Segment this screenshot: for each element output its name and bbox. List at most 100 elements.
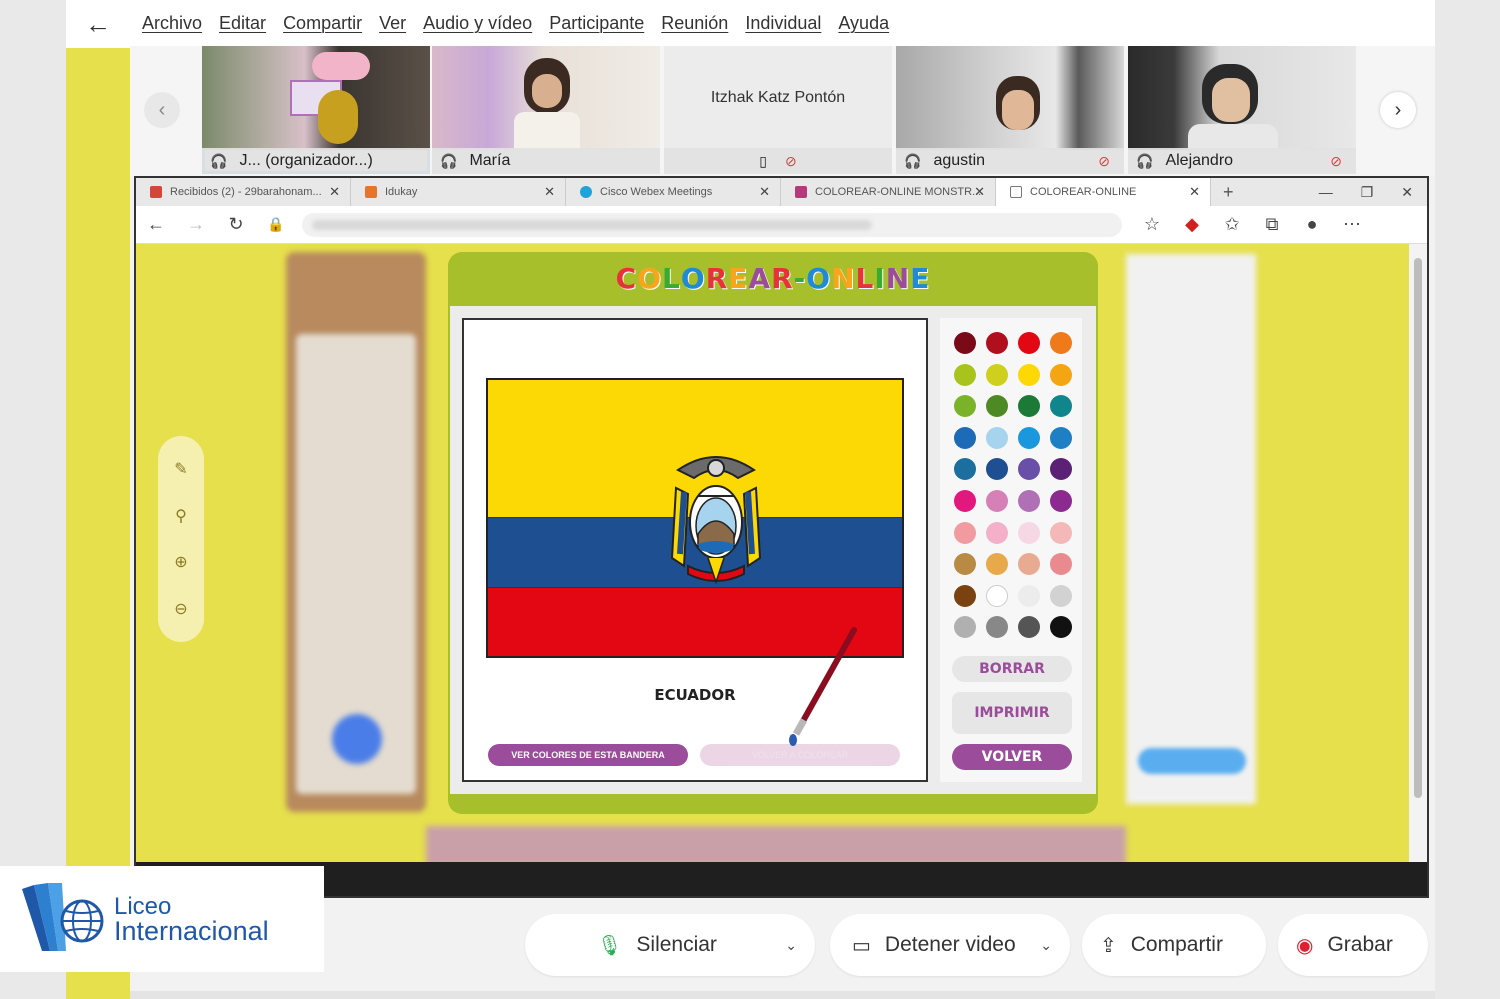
profile-icon[interactable]: ●	[1292, 214, 1332, 235]
strip-prev-button[interactable]: ‹	[144, 92, 180, 128]
participant-tile-alejandro[interactable]: 🎧 Alejandro ⊘	[1128, 46, 1356, 174]
color-swatch[interactable]	[1018, 584, 1040, 607]
back-page-button[interactable]: VOLVER	[952, 744, 1072, 770]
page-scrollbar[interactable]	[1409, 244, 1427, 864]
coloring-canvas[interactable]: ECUADOR VER COLORES DE ESTA BANDERA VOLV…	[462, 318, 928, 782]
restore-icon[interactable]: ❐	[1361, 184, 1374, 201]
color-swatch[interactable]	[1050, 553, 1072, 576]
collections-icon[interactable]: ⧉	[1252, 214, 1292, 235]
color-swatch[interactable]	[986, 395, 1008, 418]
participant-tile-maria[interactable]: 🎧 María	[432, 46, 660, 174]
extension-icon[interactable]: ◆	[1172, 214, 1212, 235]
color-swatch[interactable]	[954, 521, 976, 544]
menu-archivo[interactable]: Archivo	[142, 13, 202, 34]
color-swatch[interactable]	[954, 553, 976, 576]
menu-participante[interactable]: Participante	[549, 13, 644, 34]
color-swatch[interactable]	[986, 332, 1008, 354]
annotate-icon[interactable]: ✎	[174, 459, 187, 479]
color-swatch[interactable]	[1050, 616, 1072, 639]
color-swatch[interactable]	[954, 426, 976, 449]
color-swatch[interactable]	[1018, 395, 1040, 418]
menu-individual[interactable]: Individual	[745, 13, 821, 34]
close-icon[interactable]: ✕	[1189, 184, 1200, 200]
close-icon[interactable]: ✕	[974, 184, 985, 200]
ecuador-flag[interactable]	[486, 378, 904, 658]
color-swatch[interactable]	[954, 395, 976, 418]
chevron-down-icon[interactable]: ⌄	[785, 937, 797, 954]
participant-tile-itzhak[interactable]: Itzhak Katz Pontón ▯ ⊘	[664, 46, 892, 174]
color-swatch[interactable]	[986, 363, 1008, 386]
menu-reunion[interactable]: Reunión	[661, 13, 728, 34]
color-swatch[interactable]	[1018, 616, 1040, 639]
menu-editar[interactable]: Editar	[219, 13, 266, 34]
strip-next-button[interactable]: ›	[1380, 92, 1416, 128]
browser-tab-gmail[interactable]: Recibidos (2) - 29barahonam... ✕	[136, 178, 351, 206]
browser-tab-colorear-online[interactable]: COLOREAR-ONLINE ✕	[996, 178, 1211, 206]
color-swatch[interactable]	[1018, 363, 1040, 386]
star-icon[interactable]: ☆	[1132, 214, 1172, 235]
refresh-icon[interactable]: ↻	[216, 214, 256, 235]
color-swatch[interactable]	[954, 332, 976, 354]
back-icon[interactable]: ←	[136, 214, 176, 235]
color-swatch[interactable]	[986, 458, 1008, 481]
print-button[interactable]: IMPRIMIR	[952, 692, 1072, 734]
recolor-button[interactable]: VOLVER A COLOREAR	[700, 744, 900, 766]
browser-tab-colorear-monstruos[interactable]: COLOREAR-ONLINE MONSTR... ✕	[781, 178, 996, 206]
color-swatch[interactable]	[1018, 553, 1040, 576]
minimize-icon[interactable]: —	[1319, 184, 1333, 201]
menu-ayuda[interactable]: Ayuda	[838, 13, 889, 34]
color-swatch[interactable]	[1050, 458, 1072, 481]
favorites-icon[interactable]: ✩	[1212, 214, 1252, 235]
close-window-icon[interactable]: ✕	[1401, 184, 1413, 201]
chevron-down-icon[interactable]: ⌄	[1040, 937, 1052, 954]
menu-ver[interactable]: Ver	[379, 13, 406, 34]
participant-tile-agustin[interactable]: 🎧 agustin ⊘	[896, 46, 1124, 174]
zoom-out-icon[interactable]: ⊖	[174, 599, 187, 619]
color-swatch[interactable]	[1050, 426, 1072, 449]
color-swatch[interactable]	[1018, 490, 1040, 512]
color-swatch[interactable]	[1018, 426, 1040, 449]
color-swatch[interactable]	[1018, 521, 1040, 544]
scrollbar-thumb[interactable]	[1414, 258, 1422, 798]
color-swatch[interactable]	[954, 584, 976, 607]
new-tab-button[interactable]: +	[1223, 182, 1234, 203]
color-swatch[interactable]	[986, 490, 1008, 512]
pin-icon[interactable]: ⚲	[175, 506, 187, 526]
menu-audio-video[interactable]: Audio y vídeo	[423, 13, 532, 34]
show-colors-button[interactable]: VER COLORES DE ESTA BANDERA	[488, 744, 688, 766]
color-swatch[interactable]	[1050, 332, 1072, 354]
browser-tab-idukay[interactable]: Idukay ✕	[351, 178, 566, 206]
color-swatch[interactable]	[986, 553, 1008, 576]
share-button[interactable]: ⇪ Compartir	[1082, 914, 1266, 976]
back-button[interactable]: ←	[66, 0, 130, 48]
color-swatch[interactable]	[986, 584, 1008, 607]
zoom-in-icon[interactable]: ⊕	[174, 552, 187, 572]
close-icon[interactable]: ✕	[544, 184, 555, 200]
color-swatch[interactable]	[986, 616, 1008, 639]
color-swatch[interactable]	[1018, 332, 1040, 354]
color-swatch[interactable]	[954, 458, 976, 481]
forward-icon[interactable]: →	[176, 214, 216, 235]
color-swatch[interactable]	[1050, 395, 1072, 418]
menu-compartir[interactable]: Compartir	[283, 13, 362, 34]
color-swatch[interactable]	[1050, 363, 1072, 386]
mute-button[interactable]: 🎙 Silenciar ⌄	[525, 914, 815, 976]
color-swatch[interactable]	[1050, 521, 1072, 544]
close-icon[interactable]: ✕	[759, 184, 770, 200]
url-field[interactable]	[302, 212, 1122, 237]
clear-button[interactable]: BORRAR	[952, 656, 1072, 682]
color-swatch[interactable]	[1018, 458, 1040, 481]
color-swatch[interactable]	[1050, 584, 1072, 607]
color-swatch[interactable]	[986, 426, 1008, 449]
more-icon[interactable]: ⋯	[1332, 214, 1372, 235]
color-swatch[interactable]	[986, 521, 1008, 544]
color-swatch[interactable]	[1050, 490, 1072, 512]
color-swatch[interactable]	[954, 616, 976, 639]
record-button[interactable]: ◉ Grabar	[1278, 914, 1428, 976]
stop-video-button[interactable]: ▭ Detener video ⌄	[830, 914, 1070, 976]
browser-tab-webex[interactable]: Cisco Webex Meetings ✕	[566, 178, 781, 206]
color-swatch[interactable]	[954, 363, 976, 386]
participant-tile-organizer[interactable]: 🎧 J... (organizador...)	[202, 46, 430, 174]
color-swatch[interactable]	[954, 490, 976, 512]
close-icon[interactable]: ✕	[329, 184, 340, 200]
